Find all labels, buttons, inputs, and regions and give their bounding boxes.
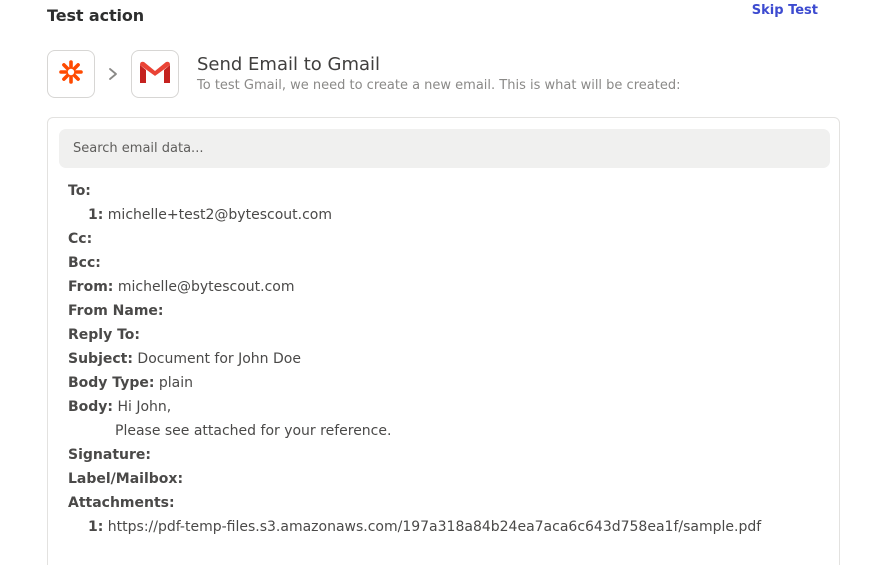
search-input[interactable] xyxy=(59,129,830,168)
list-item: 1: https://pdf-temp-files.s3.amazonaws.c… xyxy=(68,515,761,539)
field-value: Please see attached for your reference. xyxy=(115,423,392,439)
action-app-tile xyxy=(131,50,179,98)
field-reply-to: Reply To: xyxy=(68,323,761,347)
field-cc: Cc: xyxy=(68,227,761,251)
step-summary: Send Email to Gmail To test Gmail, we ne… xyxy=(47,50,680,98)
field-label: Signature: xyxy=(68,447,151,463)
email-fields: To: 1: michelle+test2@bytescout.com Cc: … xyxy=(68,179,761,539)
field-value: michelle+test2@bytescout.com xyxy=(107,207,332,223)
field-to: To: xyxy=(68,179,761,203)
field-body-type: Body Type: plain xyxy=(68,371,761,395)
item-index: 1: xyxy=(88,207,104,223)
field-label: Reply To: xyxy=(68,327,141,343)
trigger-app-tile xyxy=(47,50,95,98)
field-from: From: michelle@bytescout.com xyxy=(68,275,761,299)
zapier-asterisk-icon xyxy=(58,59,84,89)
skip-test-button[interactable]: Skip Test xyxy=(752,3,818,18)
field-attachments: Attachments: xyxy=(68,491,761,515)
field-label: Bcc: xyxy=(68,255,101,271)
field-signature: Signature: xyxy=(68,443,761,467)
field-label: Cc: xyxy=(68,231,93,247)
page-title: Test action xyxy=(47,6,145,25)
chevron-right-icon xyxy=(95,67,131,81)
field-label: From Name: xyxy=(68,303,164,319)
email-data-card: To: 1: michelle+test2@bytescout.com Cc: … xyxy=(47,117,840,565)
step-title: Send Email to Gmail xyxy=(197,53,381,75)
field-label: Body Type: xyxy=(68,375,155,391)
field-value: Hi John, xyxy=(117,399,172,415)
field-bcc: Bcc: xyxy=(68,251,761,275)
field-label: Body: xyxy=(68,399,114,415)
field-value: plain xyxy=(158,375,194,391)
field-label: To: xyxy=(68,183,91,199)
field-body: Body: Hi John, xyxy=(68,395,761,419)
field-value: https://pdf-temp-files.s3.amazonaws.com/… xyxy=(107,519,762,535)
field-value: Document for John Doe xyxy=(137,351,301,367)
item-index: 1: xyxy=(88,519,104,535)
gmail-icon xyxy=(138,59,172,89)
field-label: Subject: xyxy=(68,351,133,367)
field-label: Attachments: xyxy=(68,495,175,511)
test-action-page: Test action Skip Test Send Email to Gmai… xyxy=(0,0,887,565)
step-text: Send Email to Gmail To test Gmail, we ne… xyxy=(197,54,680,95)
field-label: Label/Mailbox: xyxy=(68,471,184,487)
field-body-continuation: Please see attached for your reference. xyxy=(68,419,761,443)
list-item: 1: michelle+test2@bytescout.com xyxy=(68,203,761,227)
field-label-mailbox: Label/Mailbox: xyxy=(68,467,761,491)
field-label: From: xyxy=(68,279,114,295)
step-subtitle: To test Gmail, we need to create a new e… xyxy=(197,77,681,93)
field-subject: Subject: Document for John Doe xyxy=(68,347,761,371)
field-value: michelle@bytescout.com xyxy=(117,279,295,295)
field-from-name: From Name: xyxy=(68,299,761,323)
